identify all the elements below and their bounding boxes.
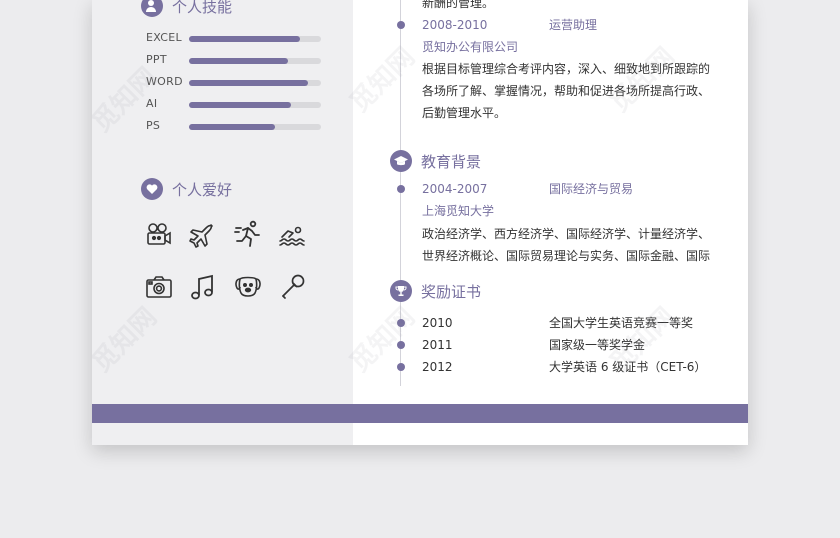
education-major: 国际经济与贸易 — [549, 182, 634, 196]
dog-icon — [235, 276, 261, 297]
hobbies-title: 个人爱好 — [172, 180, 233, 199]
awards-header: 奖励证书 — [390, 280, 481, 302]
work-period: 2008-2010 — [422, 18, 488, 32]
skill-label: PS — [146, 119, 161, 132]
skill-row-excel: EXCEL — [146, 31, 326, 45]
work-company: 觅知办公有限公司 — [422, 40, 519, 54]
skill-bar-fill — [189, 102, 291, 108]
skill-bar-track — [189, 124, 321, 130]
award-year: 2012 — [422, 360, 453, 374]
microphone-icon — [282, 274, 305, 299]
skill-bar-fill — [189, 36, 300, 42]
skill-row-ppt: PPT — [146, 53, 326, 67]
hobbies-header: 个人爱好 — [141, 178, 232, 200]
education-period: 2004-2007 — [422, 182, 488, 196]
award-year: 2011 — [422, 338, 453, 352]
skill-bar-fill — [189, 124, 275, 130]
awards-title: 奖励证书 — [421, 282, 482, 301]
skill-label: EXCEL — [146, 31, 182, 44]
award-year: 2010 — [422, 316, 453, 330]
skill-label: PPT — [146, 53, 167, 66]
skill-bar-track — [189, 58, 321, 64]
photo-camera-icon — [146, 276, 172, 298]
heart-icon — [141, 178, 163, 200]
work-position: 运营助理 — [549, 18, 598, 32]
skills-header: 个人技能 — [141, 0, 232, 17]
timeline-dot — [397, 185, 405, 193]
resume-page: 个人技能 EXCEL PPT WORD AI PS 个人爱好 新酬的管理。 20… — [92, 0, 748, 445]
education-header: 教育背景 — [390, 150, 481, 172]
running-icon — [234, 220, 260, 247]
skill-bar-track — [189, 80, 321, 86]
skill-row-word: WORD — [146, 75, 326, 89]
skill-bar-fill — [189, 58, 288, 64]
plane-icon — [189, 224, 213, 248]
education-school: 上海觅知大学 — [422, 204, 495, 218]
music-note-icon — [191, 274, 213, 300]
footer-bar — [92, 404, 748, 423]
swimming-icon — [279, 226, 305, 246]
skills-title: 个人技能 — [172, 0, 233, 16]
graduation-cap-icon — [390, 150, 412, 172]
user-plus-icon — [141, 0, 163, 17]
education-courses: 政治经济学、西方经济学、国际经济学、计量经济学、世界经济概论、国际贸易理论与实务… — [422, 227, 711, 263]
skill-row-ps: PS — [146, 119, 326, 133]
skill-row-ai: AI — [146, 97, 326, 111]
timeline-dot — [397, 363, 405, 371]
skill-bar-track — [189, 102, 321, 108]
skill-bar-fill — [189, 80, 308, 86]
camera-icon — [147, 223, 171, 245]
education-title: 教育背景 — [421, 152, 482, 171]
timeline-dot — [397, 21, 405, 29]
skill-bar-track — [189, 36, 321, 42]
work-intro-tail: 新酬的管理。 — [422, 0, 495, 10]
